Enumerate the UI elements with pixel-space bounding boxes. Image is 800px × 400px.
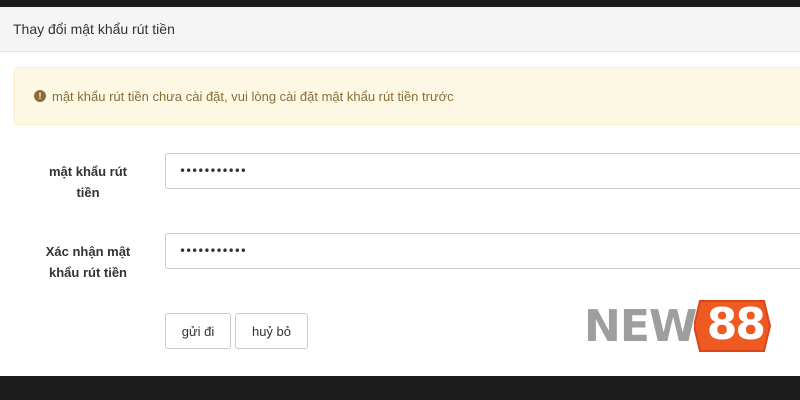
withdrawal-password-label-line1: mật khẩu rút bbox=[48, 164, 127, 179]
panel-title: Thay đổi mật khẩu rút tiền bbox=[13, 21, 175, 37]
logo-text-88: 88 bbox=[706, 299, 766, 350]
logo-badge: 88 bbox=[694, 297, 772, 355]
cancel-button[interactable]: huỷ bỏ bbox=[235, 313, 308, 349]
alert-message: mật khẩu rút tiền chưa cài đặt, vui lòng… bbox=[52, 88, 454, 104]
change-withdrawal-password-panel: Thay đổi mật khẩu rút tiền ! mật khẩu rú… bbox=[0, 7, 800, 376]
withdrawal-password-label-line2: tiền bbox=[76, 185, 100, 200]
new88-logo-watermark: NEW 88 bbox=[584, 296, 772, 356]
confirm-password-input[interactable] bbox=[165, 233, 800, 269]
exclamation-circle-icon: ! bbox=[34, 90, 46, 102]
confirm-password-label-line1: Xác nhận mật bbox=[45, 244, 131, 259]
withdrawal-password-label: mật khẩu rút tiền bbox=[13, 161, 163, 203]
submit-button[interactable]: gửi đi bbox=[165, 313, 231, 349]
logo-text-new: NEW bbox=[584, 300, 697, 352]
withdrawal-password-input[interactable] bbox=[165, 153, 800, 189]
warning-alert: ! mật khẩu rút tiền chưa cài đặt, vui lò… bbox=[14, 67, 800, 125]
panel-header: Thay đổi mật khẩu rút tiền bbox=[0, 7, 800, 52]
confirm-password-label-line2: khẩu rút tiền bbox=[48, 265, 127, 280]
confirm-password-label: Xác nhận mật khẩu rút tiền bbox=[13, 241, 163, 283]
